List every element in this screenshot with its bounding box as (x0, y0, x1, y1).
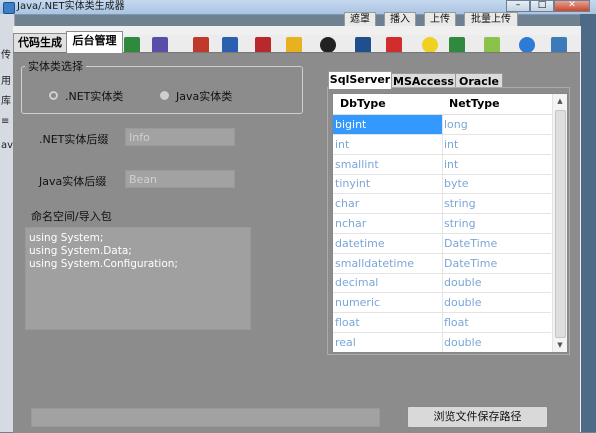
cell-nettype[interactable]: int (443, 155, 458, 174)
minimize-button[interactable]: – (506, 0, 530, 12)
pdf-icon[interactable] (386, 37, 402, 53)
excel-icon[interactable] (124, 37, 140, 53)
type-mapping-grid[interactable]: DbType NetType bigint long int int smallint i… (332, 93, 568, 353)
cell-nettype[interactable]: double (443, 333, 482, 352)
background-right-strip (580, 14, 596, 432)
cell-dbtype[interactable]: datetime (333, 233, 443, 253)
cell-dbtype[interactable]: bigint (333, 115, 443, 134)
media-icon[interactable] (320, 37, 336, 53)
title-bar: Java/.NET实体类生成器 遮罩 播入 上传 批量上传 – □ ✕ (0, 0, 596, 28)
cell-nettype[interactable]: string (443, 214, 476, 233)
net-suffix-input[interactable]: Info (125, 128, 235, 146)
cell-nettype[interactable]: double (443, 273, 482, 292)
table-row[interactable]: datetime DateTime (333, 233, 551, 254)
net-suffix-label: .NET实体后缀 (39, 133, 109, 146)
close-button[interactable]: ✕ (554, 0, 590, 12)
namespace-label: 命名空间/导入包 (31, 210, 112, 223)
java-suffix-input[interactable]: Bean (125, 170, 235, 188)
bg-fragment: 传 (1, 50, 11, 61)
scroll-thumb[interactable] (555, 110, 566, 338)
cell-nettype[interactable]: int (443, 135, 458, 154)
cell-dbtype[interactable]: nchar (333, 214, 443, 233)
radio-java-entity-label[interactable]: Java实体类 (176, 88, 232, 104)
code-line: using System.Configuration; (29, 258, 178, 270)
table-row[interactable]: nchar string (333, 214, 551, 234)
scroll-up-icon[interactable]: ▲ (553, 94, 567, 108)
table-row[interactable]: char string (333, 194, 551, 215)
cell-dbtype[interactable]: int (333, 134, 443, 154)
cell-dbtype[interactable]: tinyint (333, 174, 443, 194)
vs-icon[interactable] (152, 37, 168, 53)
cell-nettype[interactable]: byte (443, 174, 469, 193)
maximize-button[interactable]: □ (530, 0, 554, 12)
namespace-textarea[interactable]: using System; using System.Data; using S… (25, 227, 251, 330)
table-row[interactable]: smalldatetime DateTime (333, 253, 551, 274)
radio-java-entity[interactable] (159, 90, 170, 101)
java-suffix-label: Java实体后缀 (39, 175, 107, 188)
table-row[interactable]: smallint int (333, 154, 551, 175)
table-row[interactable]: numeric double (333, 293, 551, 314)
tab-admin[interactable]: 后台管理 (66, 31, 123, 53)
group-title: 实体类选择 (25, 58, 86, 74)
cell-dbtype[interactable]: decimal (333, 273, 443, 293)
radio-net-entity[interactable] (48, 90, 59, 101)
text-icon[interactable] (193, 37, 209, 53)
table-row[interactable]: float float (333, 313, 551, 333)
folder-icon[interactable] (286, 37, 302, 53)
cell-dbtype[interactable]: smallint (333, 154, 443, 174)
table-row[interactable]: int int (333, 134, 551, 155)
bg-fragment: 库 (1, 96, 11, 107)
swf-icon[interactable] (255, 37, 271, 53)
scroll-down-icon[interactable]: ▼ (553, 338, 567, 352)
edge-icon[interactable] (519, 37, 535, 53)
cell-dbtype[interactable]: char (333, 194, 443, 214)
cell-dbtype[interactable]: smalldatetime (333, 253, 443, 273)
cell-nettype[interactable]: float (443, 313, 469, 332)
save-path-input[interactable] (31, 408, 380, 427)
browse-save-path-button[interactable]: 浏览文件保存路径 (407, 406, 548, 428)
android-icon[interactable] (484, 37, 500, 53)
app-icon (3, 2, 15, 14)
tab-code-generation[interactable]: 代码生成 (13, 33, 67, 52)
help-icon[interactable] (422, 37, 438, 53)
table-row[interactable]: decimal double (333, 273, 551, 294)
table-row[interactable]: bigint long (333, 115, 551, 135)
cell-dbtype[interactable]: real (333, 332, 443, 352)
cell-nettype[interactable]: string (443, 194, 476, 213)
excel-icon[interactable] (449, 37, 465, 53)
cell-nettype[interactable]: DateTime (443, 234, 497, 253)
tab-sqlserver[interactable]: SqlServer (328, 71, 392, 89)
grid-scrollbar[interactable]: ▲ ▼ (552, 94, 567, 352)
cell-dbtype[interactable]: numeric (333, 293, 443, 313)
photoshop-icon[interactable] (355, 37, 371, 53)
code-line: using System; (29, 232, 104, 244)
table-row[interactable]: real double (333, 332, 551, 352)
bg-fragment: 用 (1, 76, 11, 87)
cell-nettype[interactable]: long (443, 115, 468, 134)
doc-icon[interactable] (222, 37, 238, 53)
grid-header: DbType NetType (333, 94, 553, 115)
cell-nettype[interactable]: DateTime (443, 254, 497, 273)
monitor-icon[interactable] (551, 37, 567, 53)
table-row[interactable]: tinyint byte (333, 174, 551, 195)
bg-fragment: ≡ (1, 116, 10, 127)
cell-dbtype[interactable]: float (333, 313, 443, 332)
radio-net-entity-label[interactable]: .NET实体类 (65, 88, 123, 104)
window-title: Java/.NET实体类生成器 (17, 1, 125, 12)
code-line: using System.Data; (29, 245, 132, 257)
column-header-dbtype[interactable]: DbType (340, 94, 386, 114)
cell-nettype[interactable]: double (443, 293, 482, 312)
column-header-nettype[interactable]: NetType (449, 94, 500, 114)
